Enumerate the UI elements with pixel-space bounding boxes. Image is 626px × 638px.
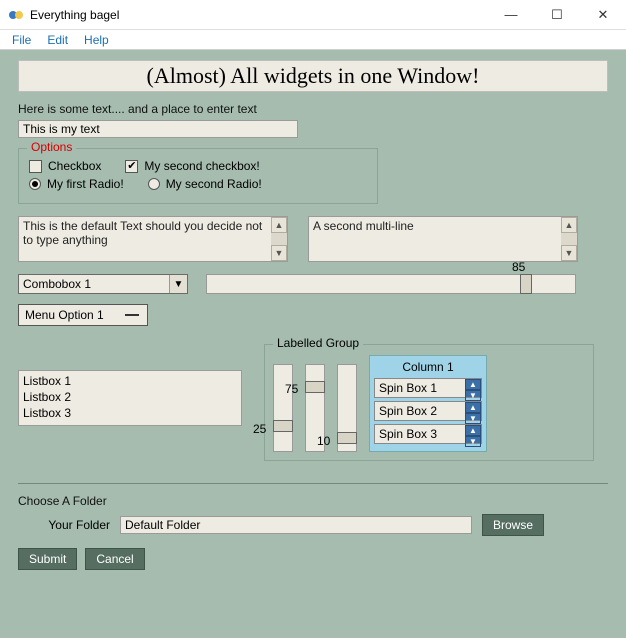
radio-1-label: My first Radio! [47,177,124,191]
multiline-2-text: A second multi-line [313,219,414,233]
list-item[interactable]: Listbox 3 [23,405,237,421]
spinbox-2[interactable]: Spin Box 2 ▲▼ [374,401,482,421]
workspace: (Almost) All widgets in one Window! Here… [0,50,626,638]
listbox[interactable]: Listbox 1 Listbox 2 Listbox 3 [18,370,242,426]
text-input[interactable] [18,120,298,138]
labelled-group: Labelled Group 25 75 10 Column [264,344,594,461]
scroll-up-icon[interactable]: ▲ [561,217,577,233]
close-button[interactable]: ✕ [580,0,626,30]
radio-icon [148,178,160,190]
hslider-thumb[interactable] [520,274,532,294]
choose-folder-label: Choose A Folder [18,494,608,508]
submit-button[interactable]: Submit [18,548,77,570]
multiline-1[interactable]: This is the default Text should you deci… [18,216,288,262]
cancel-button[interactable]: Cancel [85,548,144,570]
combobox-value: Combobox 1 [23,277,91,291]
scrollbar[interactable]: ▲ ▼ [271,217,287,261]
hslider-value-label: 85 [512,260,525,274]
folder-input[interactable] [120,516,472,534]
options-frame: Options Checkbox ✔ My second checkbox! M… [18,148,378,204]
spinbox-1-label: Spin Box 1 [379,381,437,395]
radio-1[interactable]: My first Radio! [29,177,124,191]
checkbox-2[interactable]: ✔ My second checkbox! [125,159,259,173]
menu-file[interactable]: File [4,31,39,49]
vslider-1-wrap: 25 [273,364,293,452]
options-legend: Options [27,140,76,154]
multiline-1-text: This is the default Text should you deci… [23,219,262,247]
spin-buttons[interactable]: ▲▼ [465,425,481,443]
checkbox-icon: ✔ [125,160,138,173]
vslider-1-label: 25 [253,422,266,436]
checkbox-1-label: Checkbox [48,159,101,173]
spinbox-3-label: Spin Box 3 [379,427,437,441]
menu-edit[interactable]: Edit [39,31,76,49]
page-title: (Almost) All widgets in one Window! [18,60,608,92]
list-item[interactable]: Listbox 2 [23,389,237,405]
scroll-down-icon[interactable]: ▼ [561,245,577,261]
browse-button[interactable]: Browse [482,514,544,536]
app-icon [8,7,24,23]
spin-buttons[interactable]: ▲▼ [465,402,481,420]
checkbox-2-label: My second checkbox! [144,159,259,173]
list-item[interactable]: Listbox 1 [23,373,237,389]
checkbox-1[interactable]: Checkbox [29,159,101,173]
vslider-3[interactable] [337,364,357,452]
spin-up-icon[interactable]: ▲ [465,379,481,390]
menu-help[interactable]: Help [76,31,117,49]
menubutton-label: Menu Option 1 [25,308,104,322]
spin-down-icon[interactable]: ▼ [465,413,481,424]
intro-label: Here is some text.... and a place to ent… [18,102,608,116]
menubutton[interactable]: Menu Option 1 [18,304,148,326]
hslider-wrap: 85 [206,274,576,294]
spin-up-icon[interactable]: ▲ [465,425,481,436]
spin-down-icon[interactable]: ▼ [465,436,481,447]
vslider-thumb[interactable] [273,420,293,432]
vslider-3-wrap: 10 [337,364,357,452]
vslider-3-label: 10 [317,434,330,448]
spinbox-3[interactable]: Spin Box 3 ▲▼ [374,424,482,444]
minimize-button[interactable]: — [488,0,534,30]
window-title: Everything bagel [30,8,119,22]
chevron-down-icon: ▼ [169,275,187,293]
vslider-1[interactable] [273,364,293,452]
spin-down-icon[interactable]: ▼ [465,390,481,401]
scroll-down-icon[interactable]: ▼ [271,245,287,261]
titlebar: Everything bagel — ☐ ✕ [0,0,626,30]
scroll-up-icon[interactable]: ▲ [271,217,287,233]
column-1-frame: Column 1 Spin Box 1 ▲▼ Spin Box 2 ▲▼ Spi… [369,355,487,452]
menubar: File Edit Help [0,30,626,50]
vslider-thumb[interactable] [305,381,325,393]
scrollbar[interactable]: ▲ ▼ [561,217,577,261]
spin-buttons[interactable]: ▲▼ [465,379,481,397]
radio-icon [29,178,41,190]
checkbox-icon [29,160,42,173]
column-1-title: Column 1 [374,360,482,374]
hslider[interactable] [206,274,576,294]
menu-indicator-icon [125,314,139,316]
combobox[interactable]: Combobox 1 ▼ [18,274,188,294]
spin-up-icon[interactable]: ▲ [465,402,481,413]
maximize-button[interactable]: ☐ [534,0,580,30]
vslider-thumb[interactable] [337,432,357,444]
radio-2[interactable]: My second Radio! [148,177,262,191]
spinbox-1[interactable]: Spin Box 1 ▲▼ [374,378,482,398]
labelled-group-legend: Labelled Group [273,336,363,350]
radio-2-label: My second Radio! [166,177,262,191]
folder-label: Your Folder [18,518,110,532]
spinbox-2-label: Spin Box 2 [379,404,437,418]
separator [18,483,608,484]
multiline-2[interactable]: A second multi-line ▲ ▼ [308,216,578,262]
vslider-2-label: 75 [285,382,298,396]
